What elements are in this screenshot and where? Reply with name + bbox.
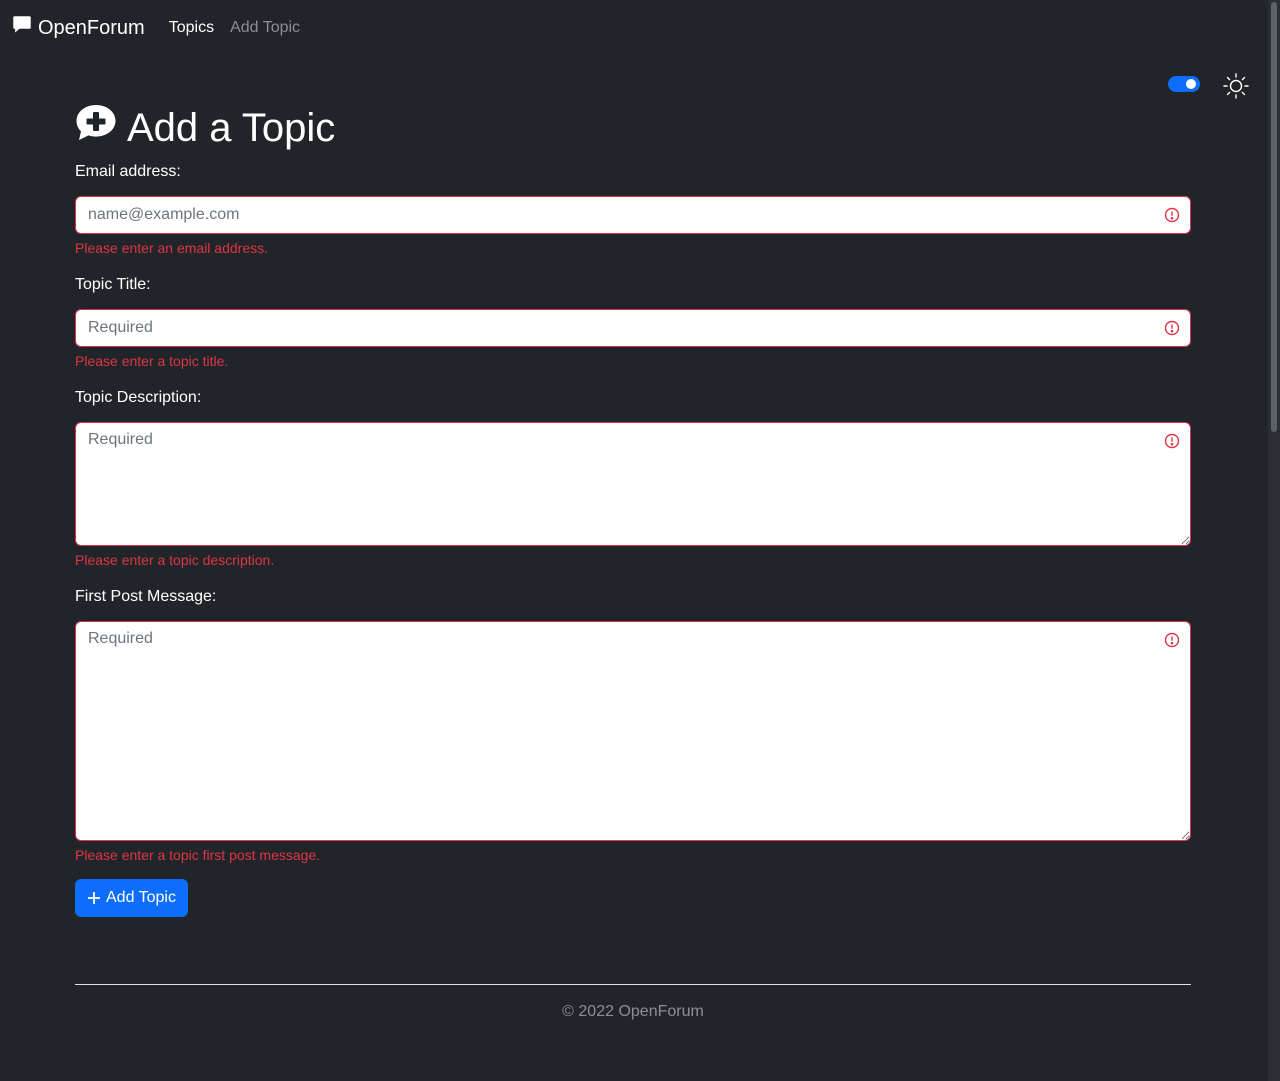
email-group: Email address: Please enter an email add…: [75, 160, 1191, 259]
topic-title-error: Please enter a topic title.: [75, 353, 229, 369]
page-scrollbar[interactable]: [1268, 0, 1280, 1081]
form-actions: Add Topic: [75, 879, 1191, 917]
topic-description-label: Topic Description:: [75, 389, 202, 406]
main-content: Add a Topic Email address: Please enter …: [75, 100, 1191, 917]
email-label: Email address:: [75, 163, 181, 180]
topic-title-field[interactable]: [75, 309, 1191, 347]
first-post-field[interactable]: [75, 621, 1191, 841]
add-topic-button-label: Add Topic: [106, 889, 176, 906]
page-title-text: Add a Topic: [127, 105, 336, 150]
error-icon: [1164, 320, 1180, 336]
title-input-wrap: [75, 309, 1191, 347]
first-post-group: First Post Message: Please enter a topic…: [75, 585, 1191, 866]
first-post-error: Please enter a topic first post message.: [75, 847, 321, 863]
topic-description-error: Please enter a topic description.: [75, 552, 275, 568]
brand-link[interactable]: OpenForum: [12, 15, 145, 41]
toggle-knob: [1186, 79, 1196, 89]
email-error: Please enter an email address.: [75, 240, 268, 256]
navbar: OpenForum Topics Add Topic: [0, 0, 1268, 56]
scrollbar-thumb[interactable]: [1271, 2, 1277, 432]
topic-description-field[interactable]: [75, 422, 1191, 546]
chat-icon: [12, 15, 38, 41]
topic-title-label: Topic Title:: [75, 276, 151, 293]
theme-toggle-switch[interactable]: [1168, 76, 1200, 92]
nav-link-topics[interactable]: Topics: [169, 19, 214, 37]
title-group: Topic Title: Please enter a topic title.: [75, 273, 1191, 372]
description-group: Topic Description: Please enter a topic …: [75, 386, 1191, 571]
plus-icon: [88, 892, 100, 904]
chat-plus-icon: [75, 104, 127, 152]
error-icon: [1164, 632, 1180, 648]
sun-icon[interactable]: [1222, 72, 1250, 100]
first-post-input-wrap: [75, 621, 1191, 841]
email-field[interactable]: [75, 196, 1191, 234]
first-post-label: First Post Message:: [75, 588, 217, 605]
add-topic-button[interactable]: Add Topic: [75, 879, 188, 917]
email-input-wrap: [75, 196, 1191, 234]
page-title: Add a Topic: [75, 100, 1191, 156]
nav-link-add-topic[interactable]: Add Topic: [230, 19, 300, 37]
description-input-wrap: [75, 422, 1191, 546]
error-icon: [1164, 433, 1180, 449]
brand-name: OpenForum: [38, 16, 145, 39]
footer-copyright: © 2022 OpenForum: [562, 1003, 704, 1020]
footer-divider: [75, 984, 1191, 985]
error-icon: [1164, 207, 1180, 223]
